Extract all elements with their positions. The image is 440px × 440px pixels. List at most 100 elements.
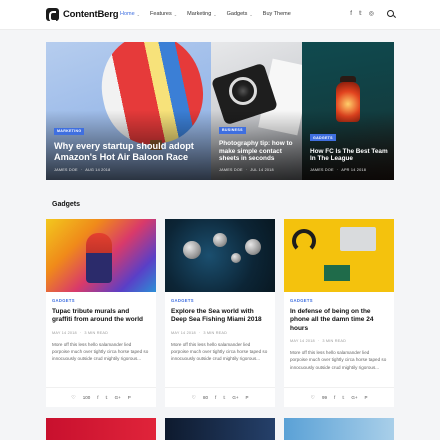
heart-icon[interactable]: ♡ — [71, 395, 75, 401]
section-title: Gadgets — [52, 201, 81, 208]
card-body: GADGETS Explore the Sea world with Deep … — [165, 292, 275, 362]
hero-title[interactable]: Photography tip: how to make simple cont… — [219, 140, 296, 163]
logo-icon — [46, 8, 59, 22]
post-date: AUG 14 2018 — [78, 168, 111, 172]
chevron-down-icon: ⌄ — [213, 11, 217, 17]
post-date: MAY 14 2018 — [290, 339, 315, 344]
hero-post-3[interactable]: GADGETS How FC Is The Best Team In The L… — [302, 42, 394, 180]
facebook-share-icon[interactable]: f — [334, 395, 335, 400]
nav-item-home[interactable]: Home ⌄ — [120, 11, 140, 17]
hero-title[interactable]: Why every startup should adopt Amazon's … — [54, 141, 205, 163]
post-card: GADGETS Tupac tribute murals and graffit… — [46, 219, 156, 407]
nav-label: Buy Theme — [262, 11, 291, 17]
category-badge[interactable]: GADGETS — [171, 298, 269, 303]
post-card: GADGETS In defense of being on the phone… — [284, 219, 394, 407]
heart-icon[interactable]: ♡ — [310, 395, 314, 401]
facebook-share-icon[interactable]: f — [97, 395, 98, 400]
category-badge[interactable]: GADGETS — [290, 298, 388, 303]
category-badge[interactable]: MARKETING — [54, 127, 85, 135]
share-bar: ♡ 80 f 𝕥 G+ P — [165, 387, 275, 407]
like-count: 99 — [321, 395, 327, 400]
google-plus-share-icon[interactable]: G+ — [232, 395, 238, 400]
share-bar: ♡ 100 f 𝕥 G+ P — [46, 387, 156, 407]
author-name[interactable]: JAMES DOE — [54, 168, 78, 172]
twitter-icon[interactable]: 𝕥 — [359, 10, 362, 17]
google-plus-share-icon[interactable]: G+ — [351, 395, 357, 400]
chevron-down-icon: ⌄ — [249, 11, 253, 17]
site-header: ContentBerg Home ⌄ Features ⌄ Marketing … — [0, 0, 440, 30]
card-excerpt: More off this less hello salamander lied… — [52, 341, 149, 362]
post-thumbnail[interactable] — [46, 219, 156, 292]
google-plus-share-icon[interactable]: G+ — [115, 395, 121, 400]
pinterest-share-icon[interactable]: P — [128, 395, 131, 400]
pinterest-share-icon[interactable]: P — [365, 395, 368, 400]
hero-title[interactable]: How FC Is The Best Team In The League — [310, 148, 388, 163]
hero-post-2[interactable]: BUSINESS Photography tip: how to make si… — [211, 42, 302, 180]
category-badge[interactable]: GADGETS — [310, 134, 336, 142]
post-meta: MAY 14 20183 MIN READ — [52, 331, 150, 335]
twitter-share-icon[interactable]: 𝕥 — [342, 395, 344, 401]
hero-content: GADGETS How FC Is The Best Team In The L… — [310, 126, 388, 172]
read-time: 3 MIN READ — [77, 331, 108, 335]
nav-item-features[interactable]: Features ⌄ — [150, 11, 177, 17]
card-title[interactable]: Tupac tribute murals and graffiti from a… — [52, 308, 150, 325]
post-thumbnail[interactable] — [165, 219, 275, 292]
post-thumbnail[interactable] — [284, 219, 394, 292]
post-date: MAY 14 2018 — [171, 330, 196, 335]
instagram-icon[interactable]: ◎ — [369, 10, 374, 17]
like-count: 100 — [82, 395, 91, 400]
card-title[interactable]: In defense of being on the phone all the… — [290, 308, 388, 333]
category-badge[interactable]: BUSINESS — [219, 126, 246, 134]
circuit-board-image — [324, 265, 350, 281]
card-excerpt: More off this less hello salamander lied… — [171, 341, 268, 362]
card-title[interactable]: Explore the Sea world with Deep Sea Fish… — [171, 308, 269, 325]
post-meta: MAY 14 20183 MIN READ — [171, 331, 269, 335]
post-meta: MAY 14 20183 MIN READ — [290, 339, 388, 343]
nav-label: Features — [150, 11, 172, 17]
camera-lens-image — [229, 77, 257, 105]
nav-label: Marketing — [187, 11, 212, 17]
category-badge[interactable]: GADGETS — [52, 298, 150, 303]
moon-image — [183, 241, 201, 259]
post-thumbnail-peek[interactable] — [46, 418, 156, 440]
nav-item-gadgets[interactable]: Gadgets ⌄ — [227, 11, 253, 17]
chevron-down-icon: ⌄ — [136, 11, 141, 17]
card-excerpt: More off this less hello salamander lied… — [290, 350, 387, 370]
author-name[interactable]: JAMES DOE — [219, 168, 243, 172]
logo-text: ContentBerg — [63, 9, 119, 20]
twitter-share-icon[interactable]: 𝕥 — [223, 395, 225, 401]
facebook-share-icon[interactable]: f — [215, 395, 216, 400]
main-nav: Home ⌄ Features ⌄ Marketing ⌄ Gadgets ⌄ … — [120, 11, 291, 17]
header-actions: f 𝕥 ◎ — [350, 10, 394, 17]
nav-item-marketing[interactable]: Marketing ⌄ — [187, 11, 217, 17]
card-body: GADGETS Tupac tribute murals and graffit… — [46, 292, 156, 362]
hero-post-1[interactable]: MARKETING Why every startup should adopt… — [46, 42, 211, 180]
post-meta: JAMES DOEAUG 14 2018 — [54, 168, 205, 172]
author-name[interactable]: JAMES DOE — [310, 168, 334, 172]
like-count: 80 — [202, 395, 208, 400]
post-thumbnail-peek[interactable] — [284, 418, 394, 440]
site-logo[interactable]: ContentBerg — [46, 8, 119, 22]
read-time: 3 MIN READ — [315, 339, 346, 343]
nav-item-buy-theme[interactable]: Buy Theme — [263, 11, 291, 17]
nav-label: Gadgets — [226, 11, 248, 17]
twitter-share-icon[interactable]: 𝕥 — [106, 395, 108, 401]
post-card: GADGETS Explore the Sea world with Deep … — [165, 219, 275, 407]
card-body: GADGETS In defense of being on the phone… — [284, 292, 394, 371]
hero-content: MARKETING Why every startup should adopt… — [54, 119, 205, 172]
post-thumbnail-peek[interactable] — [165, 418, 275, 440]
facebook-icon[interactable]: f — [350, 11, 352, 17]
headphones-image — [292, 229, 316, 253]
pinterest-share-icon[interactable]: P — [246, 395, 249, 400]
moon-image — [213, 233, 227, 247]
post-date: JUL 14 2018 — [243, 168, 274, 172]
post-date: APR 14 2018 — [334, 168, 366, 172]
laptop-image — [340, 227, 376, 251]
mural-figure-image — [86, 233, 112, 283]
chevron-down-icon: ⌄ — [173, 11, 178, 17]
post-meta: JAMES DOEJUL 14 2018 — [219, 168, 296, 172]
post-meta: JAMES DOEAPR 14 2018 — [310, 168, 388, 172]
heart-icon[interactable]: ♡ — [191, 395, 195, 401]
search-icon[interactable] — [387, 10, 394, 17]
share-bar: ♡ 99 f 𝕥 G+ P — [284, 387, 394, 407]
